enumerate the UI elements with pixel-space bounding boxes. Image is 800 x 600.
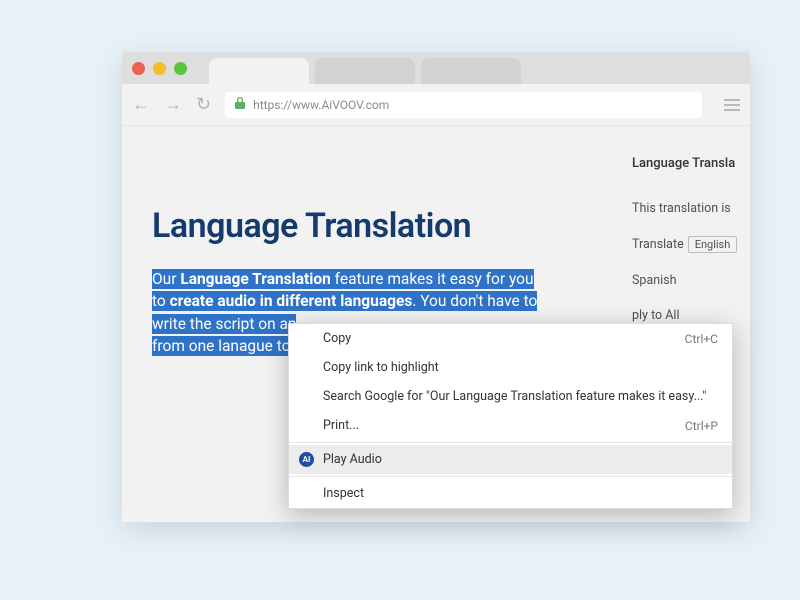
browser-tab-inactive[interactable] (421, 58, 521, 84)
context-menu: Copy Ctrl+C Copy link to highlight Searc… (288, 323, 733, 509)
url-input[interactable]: https://www.AiVOOV.com (225, 92, 702, 118)
lock-icon (235, 97, 245, 112)
translate-label: Translate (632, 237, 684, 252)
ctx-label: Search Google for "Our Language Translat… (323, 389, 706, 404)
ctx-label: Print... (323, 418, 359, 433)
window-controls (132, 62, 187, 75)
reload-icon[interactable]: ↻ (196, 94, 211, 115)
ctx-copy[interactable]: Copy Ctrl+C (289, 324, 732, 353)
ctx-copy-link[interactable]: Copy link to highlight (289, 353, 732, 382)
url-text: https://www.AiVOOV.com (253, 98, 389, 112)
close-window-icon[interactable] (132, 62, 145, 75)
ctx-print[interactable]: Print... Ctrl+P (289, 411, 732, 440)
forward-icon[interactable]: → (164, 94, 182, 115)
tab-strip (122, 52, 750, 84)
language-chip-english[interactable]: English (688, 236, 738, 253)
address-bar: ← → ↻ https://www.AiVOOV.com (122, 84, 750, 126)
ctx-search-google[interactable]: Search Google for "Our Language Translat… (289, 382, 732, 411)
language-spanish[interactable]: Spanish (632, 273, 750, 288)
minimize-window-icon[interactable] (153, 62, 166, 75)
selected-text: from one lanague to (152, 336, 291, 356)
ctx-label: Copy (323, 331, 351, 346)
ctx-shortcut: Ctrl+P (685, 419, 718, 433)
translate-row: Translate English (632, 236, 750, 253)
ctx-inspect[interactable]: Inspect (289, 479, 732, 508)
menu-icon[interactable] (724, 99, 740, 111)
back-icon[interactable]: ← (132, 94, 150, 115)
ctx-label: Play Audio (323, 452, 382, 467)
browser-tab-active[interactable] (209, 58, 309, 84)
ctx-label: Inspect (323, 486, 364, 501)
apply-all-label[interactable]: ply to All (632, 308, 750, 323)
panel-header: Language Transla (632, 156, 750, 171)
browser-tab-inactive[interactable] (315, 58, 415, 84)
ctx-separator (289, 476, 732, 477)
ctx-label: Copy link to highlight (323, 360, 439, 375)
ai-icon: AI (299, 452, 314, 467)
maximize-window-icon[interactable] (174, 62, 187, 75)
ctx-shortcut: Ctrl+C (685, 332, 718, 346)
ctx-play-audio[interactable]: AI Play Audio (289, 445, 732, 474)
panel-description: This translation is (632, 201, 750, 216)
ctx-separator (289, 442, 732, 443)
translation-panel: Language Transla This translation is Tra… (632, 156, 750, 343)
